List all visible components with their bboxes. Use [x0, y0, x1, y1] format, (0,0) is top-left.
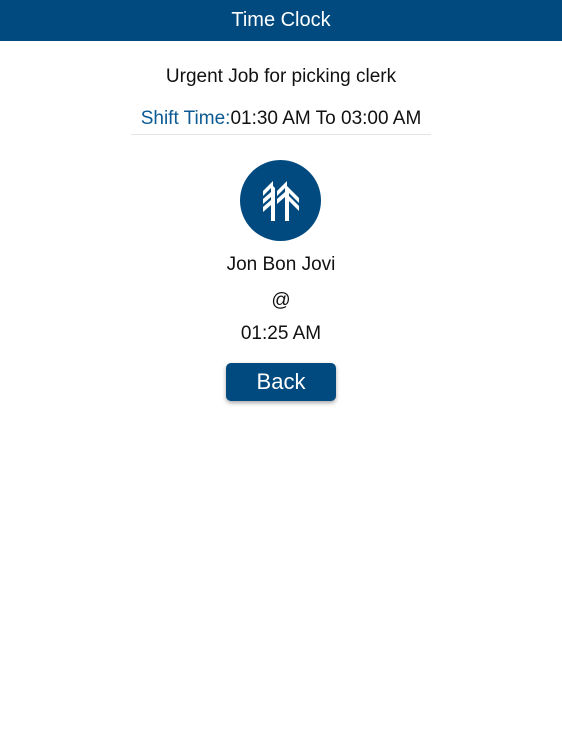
- company-logo-mark: [262, 180, 299, 221]
- header-bar: Time Clock: [0, 0, 562, 41]
- at-symbol: @: [271, 290, 291, 311]
- job-title: Urgent Job for picking clerk: [165, 66, 397, 87]
- shift-time-row: Shift Time:01:30 AM To 03:00 AM: [131, 108, 431, 135]
- company-logo-icon: [240, 160, 321, 241]
- page-title: Time Clock: [231, 9, 331, 31]
- shift-time-value: 01:30 AM To 03:00 AM: [230, 108, 422, 129]
- clock-in-time: 01:25 AM: [240, 323, 322, 344]
- shift-time-label: Shift Time:: [140, 108, 231, 129]
- employee-name: Jon Bon Jovi: [226, 254, 336, 275]
- back-button[interactable]: Back: [226, 363, 336, 401]
